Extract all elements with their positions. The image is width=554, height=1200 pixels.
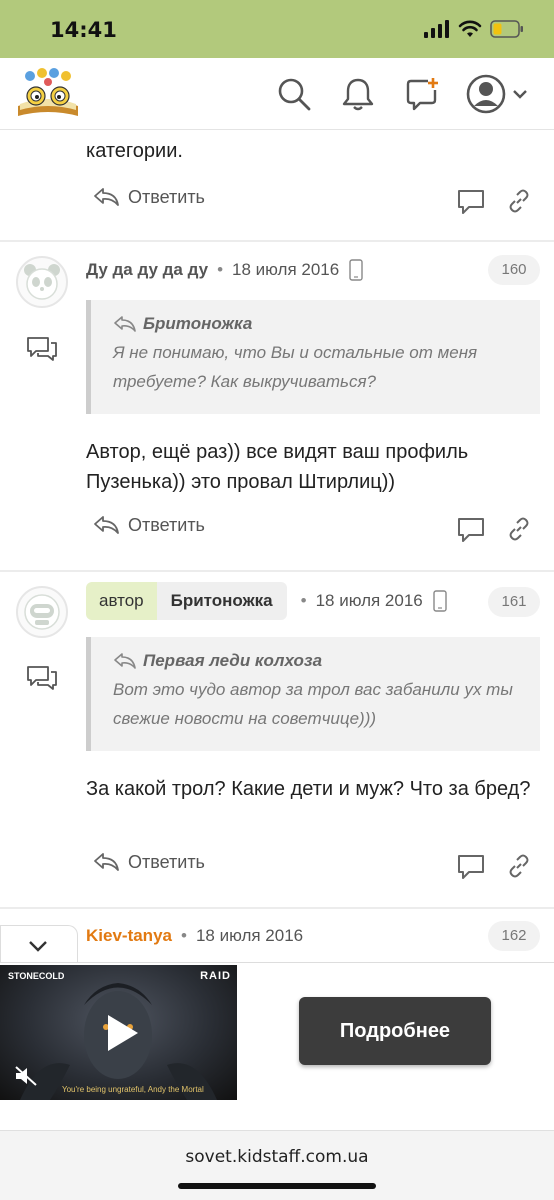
comment-text: За какой трол? Какие дети и муж? Что за … — [86, 778, 531, 800]
quote-header: Первая леди колхоза — [113, 651, 524, 671]
ad-banner: STONECOLD RAID You're being ungrateful, … — [0, 962, 554, 1102]
link-icon[interactable] — [506, 516, 532, 542]
browser-url-bar[interactable]: sovet.kidstaff.com.ua — [0, 1130, 554, 1200]
bell-icon[interactable] — [340, 76, 376, 112]
ad-more-button[interactable]: Подробнее — [299, 997, 491, 1065]
home-indicator[interactable] — [178, 1183, 376, 1189]
kidstaff-logo[interactable] — [14, 66, 82, 122]
comment-date: 18 июля 2016 — [315, 591, 423, 610]
ad-brand-right: RAID — [200, 970, 231, 982]
comment-actions: Ответить — [92, 851, 542, 883]
meta-dot: • — [217, 260, 224, 279]
comment-meta: Ду да ду да ду • 18 июля 2016 — [86, 255, 363, 285]
reply-arrow-icon — [94, 516, 119, 534]
comment-actions: Ответить — [92, 514, 542, 546]
quote-header: Бритоножка — [113, 314, 524, 334]
quote-block: Первая леди колхоза Вот это чудо автор з… — [86, 637, 540, 751]
comment-number[interactable]: 161 — [488, 587, 540, 617]
comment-separator — [0, 570, 554, 572]
link-icon[interactable] — [506, 188, 532, 214]
panda-avatar-icon — [24, 264, 60, 300]
quote-text: Вот это чудо автор за трол вас забанили … — [113, 680, 513, 728]
comment-author[interactable]: Бритоножка — [156, 582, 287, 620]
chevron-down-icon — [29, 941, 47, 952]
comment-author[interactable]: Kiev-tanya — [86, 926, 172, 946]
reply-arrow-icon — [94, 188, 119, 206]
new-post-icon[interactable] — [404, 76, 440, 112]
comment-icon[interactable] — [456, 188, 486, 216]
partial-comment-actions: Ответить — [92, 186, 542, 218]
status-bar: 14:41 — [0, 0, 554, 58]
comment-date: 18 июля 2016 — [195, 926, 304, 945]
reply-arrow-icon — [94, 853, 119, 871]
mobile-device-icon — [349, 259, 363, 281]
ad-collapse-tab[interactable] — [0, 925, 78, 965]
partial-comment-text: категории. — [86, 140, 183, 162]
quote-text: Я не понимаю, что Вы и остальные от меня… — [113, 343, 478, 391]
comment-separator — [0, 240, 554, 242]
mobile-device-icon — [433, 590, 447, 612]
reply-to-comment-icon[interactable] — [26, 336, 58, 362]
comment-date: 18 июля 2016 — [232, 260, 340, 279]
comment-number[interactable]: 162 — [488, 921, 540, 951]
reply-button[interactable]: Ответить — [92, 514, 205, 536]
user-avatar-icon[interactable] — [466, 74, 506, 114]
robot-avatar-icon — [24, 594, 60, 630]
quote-author[interactable]: Первая леди колхоза — [143, 651, 322, 671]
avatar[interactable] — [16, 256, 68, 308]
meta-dot: • — [300, 591, 307, 610]
status-icons — [424, 20, 524, 38]
comment-text: Автор, ещё раз)) все видят ваш профиль П… — [86, 441, 469, 493]
meta-dot: • — [180, 926, 187, 945]
ad-caption: You're being ungrateful, Andy the Mortal — [62, 1085, 204, 1094]
reply-label: Ответить — [128, 186, 205, 207]
status-time: 14:41 — [50, 18, 117, 42]
quote-author[interactable]: Бритоножка — [143, 314, 252, 334]
ad-brand-left: STONECOLD — [8, 971, 65, 981]
chevron-down-icon[interactable] — [510, 84, 530, 104]
reply-to-comment-icon[interactable] — [26, 665, 58, 691]
ad-video[interactable]: STONECOLD RAID You're being ungrateful, … — [0, 965, 237, 1100]
url-text[interactable]: sovet.kidstaff.com.ua — [0, 1147, 554, 1167]
wifi-icon — [458, 20, 482, 37]
reply-button[interactable]: Ответить — [92, 186, 205, 208]
reply-button[interactable]: Ответить — [92, 851, 205, 873]
search-icon[interactable] — [276, 76, 312, 112]
signal-icon — [424, 20, 449, 38]
comment-meta: Kiev-tanya • 18 июля 2016 — [86, 921, 303, 951]
avatar[interactable] — [16, 586, 68, 638]
quote-reply-icon — [114, 316, 136, 332]
comment-icon[interactable] — [456, 516, 486, 544]
comment-icon[interactable] — [456, 853, 486, 881]
play-icon[interactable] — [104, 1013, 140, 1053]
quote-block: Бритоножка Я не понимаю, что Вы и осталь… — [86, 300, 540, 414]
mute-icon[interactable] — [14, 1065, 38, 1087]
comment-author[interactable]: Ду да ду да ду — [86, 260, 208, 280]
battery-icon — [490, 20, 523, 38]
comment-separator — [0, 907, 554, 909]
quote-reply-icon — [114, 653, 136, 669]
link-icon[interactable] — [506, 853, 532, 879]
author-badge: автор — [86, 582, 157, 620]
comment-meta: автор Бритоножка • 18 июля 2016 — [86, 582, 447, 620]
reply-label: Ответить — [128, 851, 205, 872]
reply-label: Ответить — [128, 514, 205, 535]
site-header — [0, 58, 554, 130]
comment-number[interactable]: 160 — [488, 255, 540, 285]
